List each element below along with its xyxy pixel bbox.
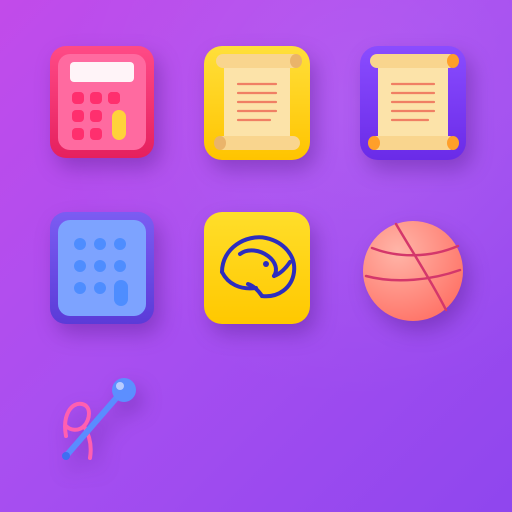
scroll-icon[interactable] [204, 46, 310, 160]
calculator-icon[interactable] [50, 212, 154, 324]
basketball-icon[interactable] [360, 218, 466, 324]
wand-icon[interactable] [56, 370, 148, 466]
scroll-icon[interactable] [360, 46, 466, 160]
rhino-icon[interactable] [204, 212, 310, 324]
calculator-icon[interactable] [50, 46, 154, 158]
